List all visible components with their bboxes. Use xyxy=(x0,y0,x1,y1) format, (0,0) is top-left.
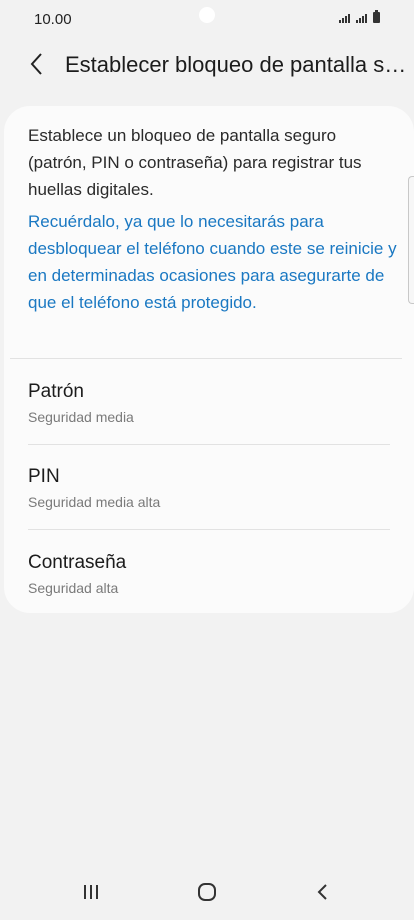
status-time: 10.00 xyxy=(34,11,72,28)
nav-back-button[interactable] xyxy=(303,878,343,906)
battery-icon xyxy=(373,10,380,23)
navigation-bar xyxy=(0,860,414,920)
home-button[interactable] xyxy=(187,878,227,906)
status-icons xyxy=(339,10,380,23)
divider xyxy=(10,358,402,359)
home-icon xyxy=(198,883,216,901)
app-bar: Establecer bloqueo de pantalla se... xyxy=(0,40,414,90)
option-title: PIN xyxy=(28,466,60,487)
back-icon xyxy=(317,884,327,900)
option-password[interactable]: Contraseña Seguridad alta xyxy=(4,552,414,636)
divider xyxy=(28,529,390,530)
reminder-note: Recuérdalo, ya que lo necesitarás para d… xyxy=(28,212,397,312)
scrollbar[interactable] xyxy=(408,176,414,304)
lock-options-card: Establece un bloqueo de pantalla seguro … xyxy=(4,106,414,613)
recent-apps-icon xyxy=(84,885,98,899)
signal-icon xyxy=(356,13,367,23)
front-camera xyxy=(199,7,215,23)
chevron-left-icon xyxy=(30,53,42,75)
back-button[interactable] xyxy=(22,49,52,79)
divider xyxy=(28,444,390,445)
recent-apps-button[interactable] xyxy=(71,878,111,906)
option-subtitle: Seguridad alta xyxy=(28,580,119,596)
option-pattern[interactable]: Patrón Seguridad media xyxy=(4,381,414,465)
page-title: Establecer bloqueo de pantalla se... xyxy=(65,52,410,77)
description-text: Establece un bloqueo de pantalla seguro … xyxy=(28,126,362,199)
option-subtitle: Seguridad media alta xyxy=(28,494,161,510)
status-bar: 10.00 xyxy=(0,0,414,40)
option-subtitle: Seguridad media xyxy=(28,409,134,425)
option-title: Contraseña xyxy=(28,552,127,573)
signal-icon xyxy=(339,13,350,23)
option-title: Patrón xyxy=(28,381,84,402)
option-pin[interactable]: PIN Seguridad media alta xyxy=(4,466,414,550)
